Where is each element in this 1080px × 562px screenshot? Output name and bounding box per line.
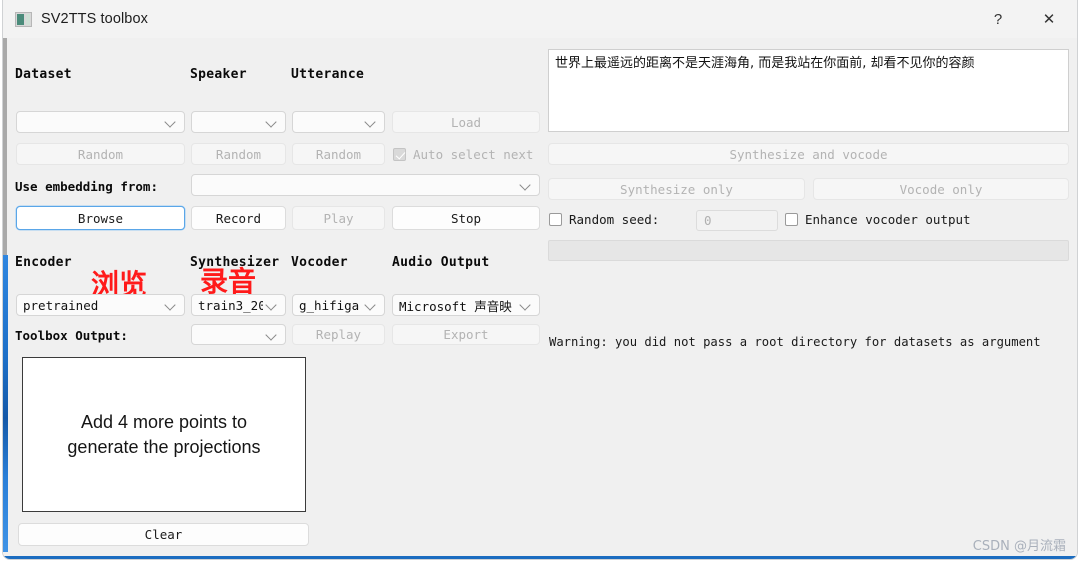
toolbox-output-label: Toolbox Output: xyxy=(15,328,128,343)
chevron-down-icon xyxy=(519,178,533,192)
dataset-select[interactable] xyxy=(16,111,185,133)
random-utterance-button[interactable]: Random xyxy=(292,143,385,165)
window-left-accent-bar[interactable] xyxy=(3,255,8,552)
synthesis-text-input[interactable]: 世界上最遥远的距离不是天涯海角, 而是我站在你面前, 却看不见你的容颜 xyxy=(548,49,1069,132)
checkbox-box-icon xyxy=(549,213,562,226)
chevron-down-icon xyxy=(364,115,378,129)
log-warning-text: Warning: you did not pass a root directo… xyxy=(549,335,1041,349)
record-button[interactable]: Record xyxy=(191,206,286,230)
toolbox-output-select[interactable] xyxy=(191,324,286,345)
dataset-column-header: Dataset xyxy=(15,67,72,82)
projection-plot-message: Add 4 more points to generate the projec… xyxy=(67,412,261,457)
play-button[interactable]: Play xyxy=(292,206,385,230)
chevron-down-icon xyxy=(265,328,279,342)
speaker-column-header: Speaker xyxy=(190,67,247,82)
random-speaker-button[interactable]: Random xyxy=(191,143,286,165)
projection-plot: Add 4 more points to generate the projec… xyxy=(22,357,306,512)
close-button[interactable]: ✕ xyxy=(1021,0,1077,38)
use-embedding-from-label: Use embedding from: xyxy=(15,179,158,194)
synthesis-text-value: 世界上最遥远的距离不是天涯海角, 而是我站在你面前, 却看不见你的容颜 xyxy=(555,56,975,71)
vocoder-select-value: g_hifiga xyxy=(299,297,360,313)
audio-output-select[interactable]: Microsoft 声音映 xyxy=(392,294,540,316)
speaker-select[interactable] xyxy=(191,111,286,133)
stop-button[interactable]: Stop xyxy=(392,206,540,230)
vocoder-label: Vocoder xyxy=(291,255,348,270)
vocode-only-button[interactable]: Vocode only xyxy=(813,178,1069,200)
replay-button[interactable]: Replay xyxy=(292,324,385,345)
random-dataset-button[interactable]: Random xyxy=(16,143,185,165)
synthesizer-select[interactable]: train3_20 xyxy=(191,294,286,316)
export-button[interactable]: Export xyxy=(392,324,540,345)
synthesizer-select-value: train3_20 xyxy=(198,297,263,313)
window-left-edge xyxy=(3,38,7,255)
synthesize-and-vocode-button[interactable]: Synthesize and vocode xyxy=(548,143,1069,165)
help-button[interactable]: ? xyxy=(975,0,1021,38)
auto-select-next-label: Auto select next xyxy=(413,147,534,162)
screenshot-root: SV2TTS toolbox ? ✕ Dataset Speaker Utter… xyxy=(0,0,1080,562)
encoder-select-value: pretrained xyxy=(23,297,99,313)
utterance-column-header: Utterance xyxy=(291,67,365,82)
chevron-down-icon xyxy=(519,298,533,312)
random-seed-checkbox[interactable]: Random seed: xyxy=(549,212,659,227)
synthesize-only-button[interactable]: Synthesize only xyxy=(548,178,805,200)
audio-output-label: Audio Output xyxy=(392,255,490,270)
encoder-label: Encoder xyxy=(15,255,72,270)
vocoder-select[interactable]: g_hifiga xyxy=(292,294,385,316)
title-bar-left: SV2TTS toolbox xyxy=(15,0,148,38)
chevron-down-icon xyxy=(265,298,279,312)
enhance-vocoder-output-label: Enhance vocoder output xyxy=(805,212,971,227)
use-embedding-from-select[interactable] xyxy=(191,174,540,196)
chevron-down-icon xyxy=(364,298,378,312)
encoder-select[interactable]: pretrained xyxy=(16,294,185,316)
app-window: SV2TTS toolbox ? ✕ Dataset Speaker Utter… xyxy=(2,0,1078,560)
random-seed-value: 0 xyxy=(704,213,712,228)
random-seed-input[interactable]: 0 xyxy=(696,210,778,231)
generation-progress-bar xyxy=(548,240,1069,261)
auto-select-next-checkbox[interactable]: Auto select next xyxy=(393,147,533,162)
random-seed-label: Random seed: xyxy=(569,212,660,227)
chevron-down-icon xyxy=(164,115,178,129)
window-bottom-accent-bar xyxy=(3,556,1077,559)
browse-button[interactable]: Browse xyxy=(16,206,185,230)
window-title: SV2TTS toolbox xyxy=(41,11,148,27)
enhance-vocoder-output-checkbox[interactable]: Enhance vocoder output xyxy=(785,212,971,227)
chevron-down-icon xyxy=(164,298,178,312)
chevron-down-icon xyxy=(265,115,279,129)
checkbox-box-icon xyxy=(393,148,406,161)
audio-output-select-value: Microsoft 声音映 xyxy=(399,298,512,314)
utterance-select[interactable] xyxy=(292,111,385,133)
synthesizer-label: Synthesizer xyxy=(190,255,280,270)
load-button[interactable]: Load xyxy=(392,111,540,133)
checkbox-box-icon xyxy=(785,213,798,226)
watermark: CSDN @月流霜 xyxy=(972,539,1066,554)
title-bar: SV2TTS toolbox ? ✕ xyxy=(3,0,1077,38)
clear-button[interactable]: Clear xyxy=(18,523,309,546)
app-image-icon xyxy=(15,11,32,27)
window-controls: ? ✕ xyxy=(975,0,1077,38)
annotation-record-cn: 录音 xyxy=(200,265,257,298)
window-body: Dataset Speaker Utterance Load Random Ra… xyxy=(3,38,1077,559)
